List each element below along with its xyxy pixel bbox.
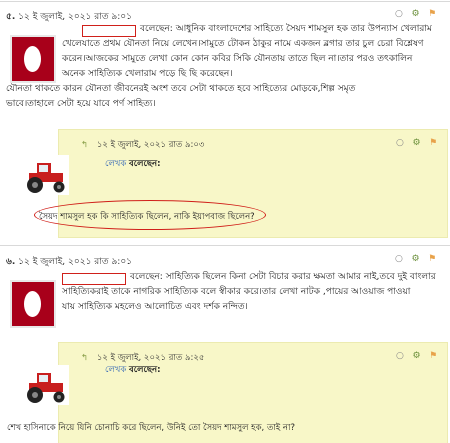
comment-body: বলেছেন: আধুনিক বাংলাদেশের সাহিত্যে সৈয়দ… [140, 22, 432, 37]
reply-header: ↰ ১২ ই জুলাই, ২০২১ রাত ৯:০৩ [81, 138, 204, 152]
tractor-avatar[interactable] [23, 155, 69, 195]
flag-icon[interactable]: ⚑ [428, 254, 436, 264]
comment-divider [0, 245, 450, 246]
said-label: বলেছেন: [130, 272, 163, 282]
author-label[interactable]: লেখক [105, 159, 126, 169]
comment-text-line: আধুনিক বাংলাদেশের সাহিত্যে সৈয়দ শামসুল … [175, 24, 432, 34]
reply-text: শেখ হাসিনাকে নিয়ে যিনি চোনাচি করে ছিলেন… [7, 423, 295, 433]
gear-icon[interactable]: ⚙ [411, 9, 419, 19]
reply-author-line: লেখক বলেছেন: [105, 363, 161, 377]
circle-icon[interactable]: ○ [396, 138, 404, 148]
circle-icon[interactable]: ○ [395, 9, 403, 19]
gear-icon[interactable]: ⚙ [411, 254, 419, 264]
comment-header: ৬. ১২ ই জুলাই, ২০২১ রাত ৯:০১ [6, 254, 132, 269]
comment-actions: ○ ⚙ ⚑ [395, 9, 436, 19]
redacted-username [62, 273, 126, 285]
redacted-username [82, 25, 136, 37]
reply-arrow-icon: ↰ [81, 140, 89, 150]
comment-date: ১২ ই জুলাই, ২০২১ রাত ৯:০১ [18, 257, 133, 267]
comment-text-line: সাহিত্যিকরাই তাকে নাগরিক সাহিত্যিক বলে স… [62, 287, 411, 297]
said-label: বলেছেন: [129, 365, 161, 375]
comment-body: বলেছেন: সাহিত্যিক ছিলেন কিনা সেটা বিচার … [130, 270, 436, 285]
tractor-avatar[interactable] [23, 365, 69, 405]
comment-text-line: করেন।আজকের সামুতে লেখা কোন কোন কবির সিকি… [62, 54, 413, 64]
highlight-circle [34, 200, 266, 230]
comment-text-line: খেলেযাতে প্রথম যৌনতা নিয়ে লেখেন।সামুতে … [62, 39, 424, 49]
gear-icon[interactable]: ⚙ [412, 351, 420, 361]
comment-header: ৫. ১২ ই জুলাই, ২০২১ রাত ৯:০১ [6, 9, 132, 24]
gear-icon[interactable]: ⚙ [412, 138, 420, 148]
comment-date: ১২ ই জুলাই, ২০২১ রাত ৯:০১ [18, 12, 133, 22]
top-divider [0, 1, 450, 2]
avatar[interactable] [10, 35, 56, 83]
comment-text-line: যৌনতা থাকতে কারন যৌনতা জীবনেরই অংশ তবে স… [6, 84, 356, 94]
reply-author-line: লেখক বলেছেন: [105, 157, 161, 171]
circle-icon[interactable]: ○ [395, 254, 403, 264]
said-label: বলেছেন: [129, 159, 161, 169]
author-label[interactable]: লেখক [105, 365, 126, 375]
flag-icon[interactable]: ⚑ [429, 351, 437, 361]
reply-actions: ○ ⚙ ⚑ [396, 138, 437, 148]
comment-number: ৫. [6, 12, 16, 22]
comment-text-line: ভাবে।তাহালে সেটা হয়ে যাবে পর্ণ সাহিত্য। [6, 99, 156, 109]
reply-date: ১২ ই জুলাই, ২০২১ রাত ৯:০৩ [96, 140, 205, 150]
reply-box: ↰ ১২ ই জুলাই, ২০২১ রাত ৯:২৫ ○ ⚙ ⚑ লেখক ব… [7, 342, 448, 443]
circle-icon[interactable]: ○ [396, 351, 404, 361]
reply-arrow-icon: ↰ [81, 353, 89, 363]
comment-text-line: সাহিত্যিক ছিলেন কিনা সেটা বিচার করার ক্ষ… [165, 272, 436, 282]
flag-icon[interactable]: ⚑ [428, 9, 436, 19]
flag-icon[interactable]: ⚑ [429, 138, 437, 148]
comment-number: ৬. [6, 257, 16, 267]
avatar[interactable] [10, 280, 56, 328]
reply-actions: ○ ⚙ ⚑ [396, 351, 437, 361]
comment-text-line: অনেক সাহিত্যিক খেলারাম পড়ে ছি ছি করেছেন… [62, 69, 233, 79]
comment-actions: ○ ⚙ ⚑ [395, 254, 436, 264]
said-label: বলেছেন: [140, 24, 173, 34]
reply-date: ১২ ই জুলাই, ২০২১ রাত ৯:২৫ [96, 353, 205, 363]
comment-text-line: যায় সাহিত্যিক মহলেও আলোচিত এবং দর্শক নন… [62, 302, 248, 312]
